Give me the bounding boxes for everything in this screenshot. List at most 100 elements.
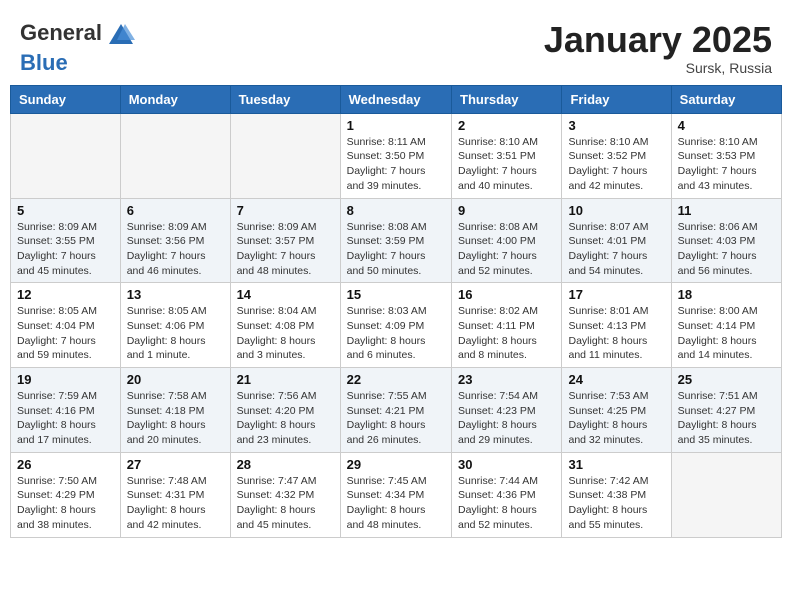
table-row: 3 Sunrise: 8:10 AMSunset: 3:52 PMDaylight…	[562, 113, 671, 198]
day-number: 30	[458, 457, 555, 472]
day-number: 31	[568, 457, 664, 472]
table-row: 24Sunrise: 7:53 AMSunset: 4:25 PMDayligh…	[562, 368, 671, 453]
day-number: 2	[458, 118, 555, 133]
day-info: Sunrise: 8:08 AMSunset: 3:59 PMDaylight:…	[347, 220, 445, 279]
day-number: 27	[127, 457, 224, 472]
table-row: 30 Sunrise: 7:44 AMSunset: 4:36 PMDayligh…	[452, 452, 562, 537]
day-info: Sunrise: 8:05 AMSunset: 4:06 PMDaylight:…	[127, 304, 224, 363]
title-area: January 2025 Sursk, Russia	[544, 20, 772, 76]
table-row: 14 Sunrise: 8:04 AMSunset: 4:08 PMDayligh…	[230, 283, 340, 368]
day-info: Sunrise: 8:05 AMSunset: 4:04 PMDaylight:…	[17, 304, 114, 363]
table-row: 22 Sunrise: 7:55 AMSunset: 4:21 PMDayligh…	[340, 368, 451, 453]
table-row: 2 Sunrise: 8:10 AMSunset: 3:51 PMDaylight…	[452, 113, 562, 198]
table-row	[11, 113, 121, 198]
day-number: 23	[458, 372, 555, 387]
day-info: Sunrise: 8:09 AMSunset: 3:56 PMDaylight:…	[127, 220, 224, 279]
day-info: Sunrise: 7:59 AMSunset: 4:16 PMDaylight:…	[17, 389, 114, 448]
table-row: 26Sunrise: 7:50 AMSunset: 4:29 PMDayligh…	[11, 452, 121, 537]
table-row: 20 Sunrise: 7:58 AMSunset: 4:18 PMDayligh…	[120, 368, 230, 453]
day-info: Sunrise: 7:54 AMSunset: 4:23 PMDaylight:…	[458, 389, 555, 448]
table-row	[120, 113, 230, 198]
day-number: 5	[17, 203, 114, 218]
table-row: 25Sunrise: 7:51 AMSunset: 4:27 PMDayligh…	[671, 368, 781, 453]
calendar-title: January 2025	[544, 20, 772, 60]
logo-icon	[107, 22, 135, 50]
day-number: 14	[237, 287, 334, 302]
table-row: 12Sunrise: 8:05 AMSunset: 4:04 PMDayligh…	[11, 283, 121, 368]
day-number: 10	[568, 203, 664, 218]
page-header: General Blue January 2025 Sursk, Russia	[10, 10, 782, 81]
table-row: 13 Sunrise: 8:05 AMSunset: 4:06 PMDayligh…	[120, 283, 230, 368]
table-row: 27 Sunrise: 7:48 AMSunset: 4:31 PMDayligh…	[120, 452, 230, 537]
day-number: 9	[458, 203, 555, 218]
table-row: 31 Sunrise: 7:42 AMSunset: 4:38 PMDayligh…	[562, 452, 671, 537]
day-number: 16	[458, 287, 555, 302]
day-info: Sunrise: 7:48 AMSunset: 4:31 PMDaylight:…	[127, 474, 224, 533]
day-info: Sunrise: 7:55 AMSunset: 4:21 PMDaylight:…	[347, 389, 445, 448]
day-info: Sunrise: 8:10 AMSunset: 3:52 PMDaylight:…	[568, 135, 664, 194]
day-number: 18	[678, 287, 775, 302]
logo: General Blue	[20, 20, 136, 76]
header-wednesday: Wednesday	[340, 85, 451, 113]
calendar-week-row: 5 Sunrise: 8:09 AMSunset: 3:55 PMDaylight…	[11, 198, 782, 283]
day-info: Sunrise: 8:09 AMSunset: 3:57 PMDaylight:…	[237, 220, 334, 279]
table-row: 19 Sunrise: 7:59 AMSunset: 4:16 PMDayligh…	[11, 368, 121, 453]
day-number: 4	[678, 118, 775, 133]
table-row: 4Sunrise: 8:10 AMSunset: 3:53 PMDaylight…	[671, 113, 781, 198]
table-row: 7 Sunrise: 8:09 AMSunset: 3:57 PMDaylight…	[230, 198, 340, 283]
table-row: 28 Sunrise: 7:47 AMSunset: 4:32 PMDayligh…	[230, 452, 340, 537]
calendar-table: Sunday Monday Tuesday Wednesday Thursday…	[10, 85, 782, 538]
table-row	[230, 113, 340, 198]
day-number: 13	[127, 287, 224, 302]
table-row: 9 Sunrise: 8:08 AMSunset: 4:00 PMDaylight…	[452, 198, 562, 283]
day-number: 11	[678, 203, 775, 218]
day-info: Sunrise: 8:10 AMSunset: 3:51 PMDaylight:…	[458, 135, 555, 194]
day-number: 17	[568, 287, 664, 302]
table-row: 18 Sunrise: 8:00 AMSunset: 4:14 PMDayligh…	[671, 283, 781, 368]
logo-text: General Blue	[20, 20, 136, 76]
day-number: 1	[347, 118, 445, 133]
table-row: 10 Sunrise: 8:07 AMSunset: 4:01 PMDayligh…	[562, 198, 671, 283]
day-info: Sunrise: 8:07 AMSunset: 4:01 PMDaylight:…	[568, 220, 664, 279]
day-info: Sunrise: 7:42 AMSunset: 4:38 PMDaylight:…	[568, 474, 664, 533]
calendar-week-row: 1 Sunrise: 8:11 AMSunset: 3:50 PMDaylight…	[11, 113, 782, 198]
day-info: Sunrise: 7:44 AMSunset: 4:36 PMDaylight:…	[458, 474, 555, 533]
header-saturday: Saturday	[671, 85, 781, 113]
table-row: 23 Sunrise: 7:54 AMSunset: 4:23 PMDayligh…	[452, 368, 562, 453]
header-friday: Friday	[562, 85, 671, 113]
day-info: Sunrise: 8:11 AMSunset: 3:50 PMDaylight:…	[347, 135, 445, 194]
day-info: Sunrise: 8:01 AMSunset: 4:13 PMDaylight:…	[568, 304, 664, 363]
calendar-week-row: 12Sunrise: 8:05 AMSunset: 4:04 PMDayligh…	[11, 283, 782, 368]
calendar-week-row: 19 Sunrise: 7:59 AMSunset: 4:16 PMDayligh…	[11, 368, 782, 453]
day-info: Sunrise: 8:08 AMSunset: 4:00 PMDaylight:…	[458, 220, 555, 279]
table-row: 15Sunrise: 8:03 AMSunset: 4:09 PMDayligh…	[340, 283, 451, 368]
table-row: 1 Sunrise: 8:11 AMSunset: 3:50 PMDaylight…	[340, 113, 451, 198]
day-info: Sunrise: 8:09 AMSunset: 3:55 PMDaylight:…	[17, 220, 114, 279]
day-number: 20	[127, 372, 224, 387]
table-row: 11 Sunrise: 8:06 AMSunset: 4:03 PMDayligh…	[671, 198, 781, 283]
table-row: 16Sunrise: 8:02 AMSunset: 4:11 PMDayligh…	[452, 283, 562, 368]
day-number: 3	[568, 118, 664, 133]
table-row: 17 Sunrise: 8:01 AMSunset: 4:13 PMDayligh…	[562, 283, 671, 368]
day-number: 22	[347, 372, 445, 387]
day-number: 7	[237, 203, 334, 218]
table-row: 29Sunrise: 7:45 AMSunset: 4:34 PMDayligh…	[340, 452, 451, 537]
day-number: 21	[237, 372, 334, 387]
day-number: 15	[347, 287, 445, 302]
day-info: Sunrise: 8:04 AMSunset: 4:08 PMDaylight:…	[237, 304, 334, 363]
weekday-header-row: Sunday Monday Tuesday Wednesday Thursday…	[11, 85, 782, 113]
day-info: Sunrise: 7:58 AMSunset: 4:18 PMDaylight:…	[127, 389, 224, 448]
day-number: 19	[17, 372, 114, 387]
calendar-location: Sursk, Russia	[544, 60, 772, 76]
day-number: 8	[347, 203, 445, 218]
day-info: Sunrise: 8:06 AMSunset: 4:03 PMDaylight:…	[678, 220, 775, 279]
day-info: Sunrise: 7:45 AMSunset: 4:34 PMDaylight:…	[347, 474, 445, 533]
day-info: Sunrise: 7:53 AMSunset: 4:25 PMDaylight:…	[568, 389, 664, 448]
day-number: 28	[237, 457, 334, 472]
table-row	[671, 452, 781, 537]
table-row: 21Sunrise: 7:56 AMSunset: 4:20 PMDayligh…	[230, 368, 340, 453]
day-info: Sunrise: 8:00 AMSunset: 4:14 PMDaylight:…	[678, 304, 775, 363]
logo-general: General	[20, 20, 102, 45]
day-info: Sunrise: 7:50 AMSunset: 4:29 PMDaylight:…	[17, 474, 114, 533]
day-info: Sunrise: 7:47 AMSunset: 4:32 PMDaylight:…	[237, 474, 334, 533]
